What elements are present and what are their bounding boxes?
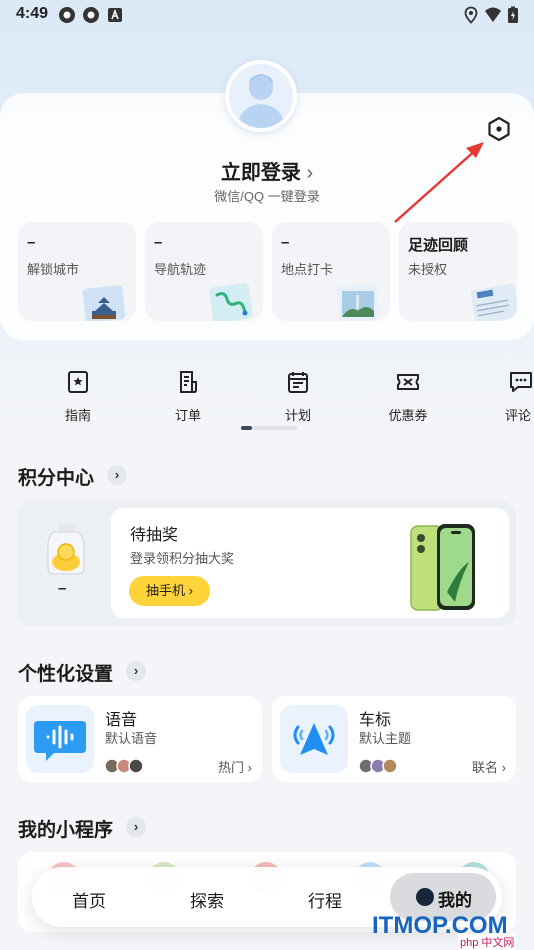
quick-nav-orders[interactable]: 订单 [153, 370, 223, 424]
location-icon [464, 6, 478, 24]
scroll-thumb [241, 426, 252, 430]
stat-card-checkin[interactable]: – 地点打卡 [272, 222, 390, 321]
draw-phone-button[interactable]: 抽手机 › [129, 576, 210, 606]
car-marker-icon-tile [280, 705, 348, 773]
stat-value: 足迹回顾 [408, 237, 469, 254]
stat-value: – [27, 234, 36, 251]
nav-home[interactable]: 首页 [72, 887, 106, 912]
coin-jar-icon [47, 524, 85, 575]
ticket-icon [397, 374, 419, 390]
quick-nav-scroll-indicator [241, 426, 297, 430]
quick-nav-label: 评论 [505, 408, 532, 423]
comment-icon [509, 372, 532, 392]
phone-prize-icon [410, 524, 475, 611]
newspaper-icon [470, 283, 517, 321]
car-marker-tag-link[interactable]: 联名 › [472, 757, 506, 776]
quick-nav-label: 计划 [284, 408, 311, 423]
smile-dot-icon [416, 888, 434, 906]
voice-subtitle: 默认语音 [105, 731, 158, 746]
nav-mine-label: 我的 [438, 891, 472, 910]
car-marker-avatars [358, 758, 398, 774]
watermark-sub: php 中文网 [458, 934, 517, 950]
car-marker-icon [293, 723, 335, 755]
stat-value: – [154, 234, 163, 251]
stat-label: 地点打卡 [281, 262, 334, 277]
stat-label: 导航轨迹 [154, 262, 207, 277]
personalize-section-title[interactable]: 个性化设置 [18, 659, 113, 686]
voice-waveform-icon [34, 721, 86, 761]
quick-nav-label: 订单 [174, 408, 201, 423]
car-marker-title: 车标 [359, 712, 392, 729]
temple-icon [82, 285, 126, 321]
chevron-right-icon: › [306, 162, 314, 184]
jar-count: – [58, 580, 67, 597]
quick-nav-plan[interactable]: 计划 [263, 370, 333, 424]
quick-nav-label: 优惠券 [388, 408, 428, 423]
voice-tag-link[interactable]: 热门 › [218, 757, 252, 776]
chevron-right-icon[interactable]: › [126, 817, 146, 837]
voice-avatars [104, 758, 144, 774]
stat-label: 解锁城市 [27, 262, 80, 277]
status-bar: 4:49 [0, 0, 534, 30]
voice-title: 语音 [105, 712, 138, 729]
calendar-icon [288, 372, 308, 393]
quick-nav-comments[interactable]: 评论 [483, 370, 534, 424]
points-section-title[interactable]: 积分中心 [18, 463, 94, 490]
wifi-icon [485, 7, 501, 22]
stat-card-cities[interactable]: – 解锁城市 [18, 222, 136, 321]
circle-badge-icon [59, 7, 75, 23]
nav-trips[interactable]: 行程 [308, 887, 342, 912]
points-subtitle: 登录领积分抽大奖 [130, 551, 235, 566]
quick-nav-guide[interactable]: 指南 [43, 370, 113, 424]
avatar[interactable] [225, 60, 297, 132]
receipt-icon [180, 371, 197, 393]
route-map-icon [209, 283, 253, 321]
stat-card-tracks[interactable]: – 导航轨迹 [145, 222, 263, 321]
points-card[interactable]: – 待抽奖 登录领积分抽大奖 抽手机 › [18, 500, 516, 626]
voice-settings-card[interactable]: 语音 默认语音 热门 › [18, 696, 262, 782]
mini-programs-section-title[interactable]: 我的小程序 [18, 815, 113, 842]
landmark-photo-icon [336, 283, 380, 321]
voice-icon-tile [26, 705, 94, 773]
points-title: 待抽奖 [130, 527, 179, 544]
car-marker-subtitle: 默认主题 [359, 731, 412, 746]
quick-nav-label: 指南 [64, 408, 91, 423]
star-book-icon [68, 371, 88, 393]
stat-card-footprint[interactable]: 足迹回顾 未授权 [399, 222, 517, 321]
battery-icon [508, 6, 518, 23]
chevron-right-icon[interactable]: › [107, 465, 127, 485]
quick-nav-coupons[interactable]: 优惠券 [373, 370, 443, 424]
stat-value: – [281, 234, 290, 251]
status-time: 4:49 [16, 5, 49, 22]
stat-label: 未授权 [408, 262, 448, 277]
a-badge-icon [108, 8, 122, 22]
annotation-arrow [394, 142, 484, 223]
nav-explore[interactable]: 探索 [190, 887, 224, 912]
circle-badge-icon [83, 7, 99, 23]
points-inner-card: 待抽奖 登录领积分抽大奖 抽手机 › [111, 508, 509, 618]
chevron-right-icon[interactable]: › [126, 661, 146, 681]
car-marker-settings-card[interactable]: 车标 默认主题 联名 › [272, 696, 516, 782]
login-title-text: 立即登录 [220, 162, 301, 184]
user-avatar-icon [237, 74, 285, 128]
